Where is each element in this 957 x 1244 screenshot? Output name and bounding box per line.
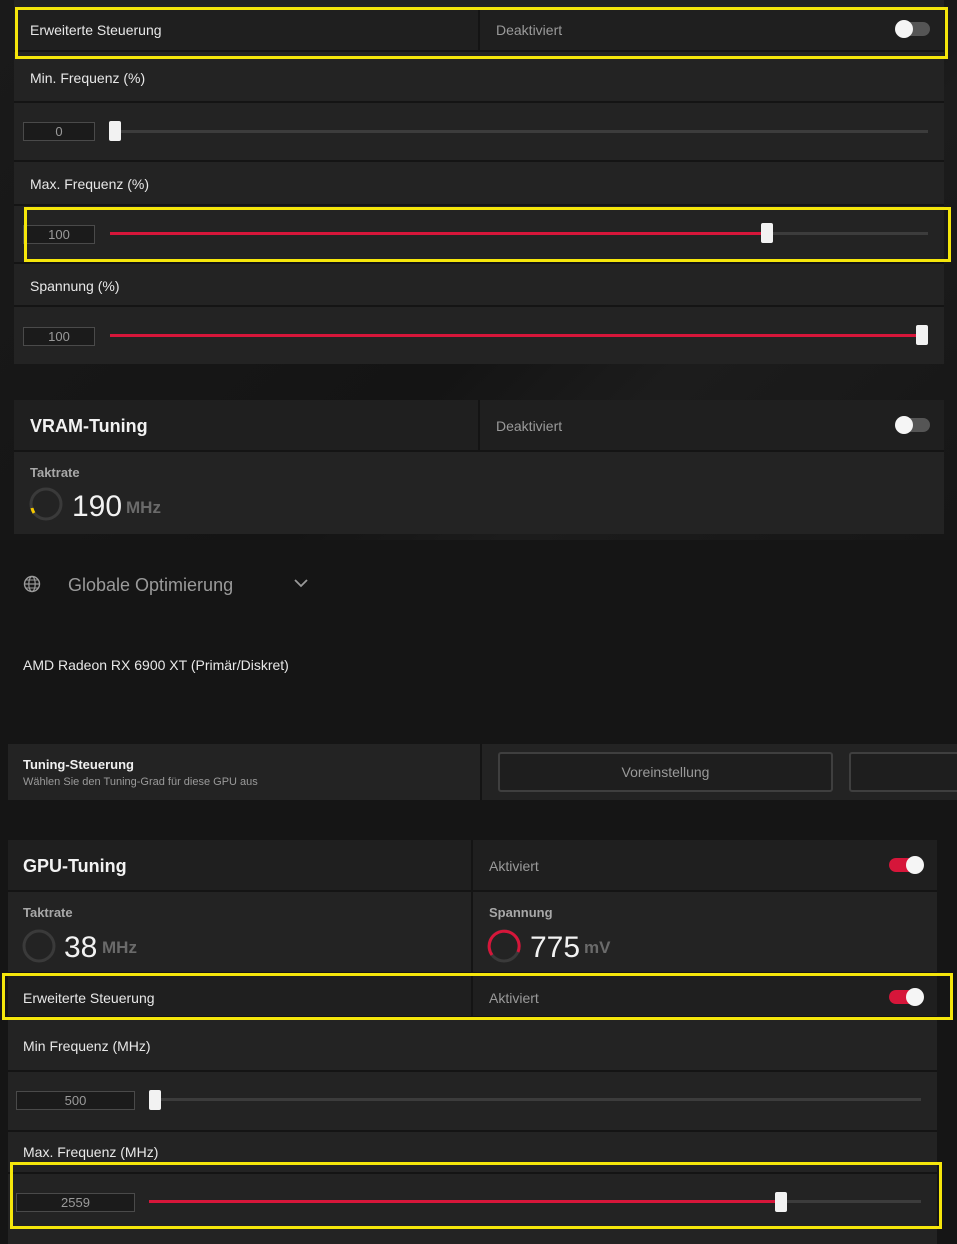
min-freq-input[interactable]: 0 [23, 122, 95, 141]
custom-button[interactable] [849, 752, 957, 792]
vram-tuning-panel: VRAM-Tuning Deaktiviert Taktrate 190 MHz [14, 400, 944, 534]
gpu-min-freq-label: Min Frequenz (MHz) [23, 1038, 151, 1054]
highlight-box [2, 973, 953, 1020]
gpu-voltage-gauge-icon [487, 929, 521, 963]
vram-tuning-toggle[interactable] [895, 416, 930, 434]
gpu-clock-unit: MHz [102, 938, 137, 957]
tuning-control-subtitle: Wählen Sie den Tuning-Grad für diese GPU… [23, 776, 258, 788]
gpu-tuning-state: Aktiviert [489, 858, 539, 874]
vram-clock-gauge-icon [29, 487, 63, 521]
vram-tuning-title: VRAM-Tuning [30, 416, 148, 436]
voltage-label: Spannung (%) [30, 278, 120, 294]
vram-clock-unit: MHz [126, 498, 161, 517]
gpu-tuning-toggle[interactable] [889, 856, 924, 874]
min-freq-label: Min. Frequenz (%) [30, 70, 146, 86]
gpu-max-freq-label: Max. Frequenz (MHz) [23, 1144, 159, 1160]
gpu-voltage-value: 775 [530, 931, 581, 964]
gpu-clock-label: Taktrate [23, 905, 73, 920]
gpu-clock-value: 38 [64, 931, 98, 964]
gpu-voltage-unit: mV [584, 938, 611, 957]
preset-button[interactable]: Voreinstellung [498, 752, 833, 792]
gpu-voltage-label: Spannung [489, 905, 553, 920]
gpu-clock-gauge-icon [22, 929, 56, 963]
gpu-min-freq-slider-track[interactable] [149, 1098, 921, 1101]
voltage-slider-fill [110, 334, 922, 337]
gpu-name: AMD Radeon RX 6900 XT (Primär/Diskret) [23, 657, 289, 673]
max-freq-label: Max. Frequenz (%) [30, 176, 150, 192]
gpu-min-freq-slider-thumb[interactable] [149, 1090, 161, 1110]
voltage-input[interactable]: 100 [23, 327, 95, 346]
vram-clock-value: 190 [72, 490, 123, 523]
gpu-min-freq-input[interactable]: 500 [16, 1091, 135, 1110]
highlight-box [10, 1162, 942, 1229]
vram-tuning-state: Deaktiviert [496, 418, 563, 434]
chevron-down-icon[interactable] [294, 578, 308, 588]
globe-icon [23, 575, 41, 593]
global-optimization-label[interactable]: Globale Optimierung [68, 575, 233, 596]
vram-clock-label: Taktrate [30, 465, 80, 480]
min-freq-slider-track[interactable] [110, 130, 928, 133]
voltage-slider-thumb[interactable] [916, 325, 928, 345]
highlight-box [15, 7, 948, 59]
tuning-control-title: Tuning-Steuerung [23, 757, 134, 772]
min-freq-slider-thumb[interactable] [109, 121, 121, 141]
tuning-control-panel: Tuning-Steuerung Wählen Sie den Tuning-G… [8, 744, 957, 800]
gpu-tuning-title: GPU-Tuning [23, 856, 127, 876]
highlight-box [24, 207, 951, 262]
